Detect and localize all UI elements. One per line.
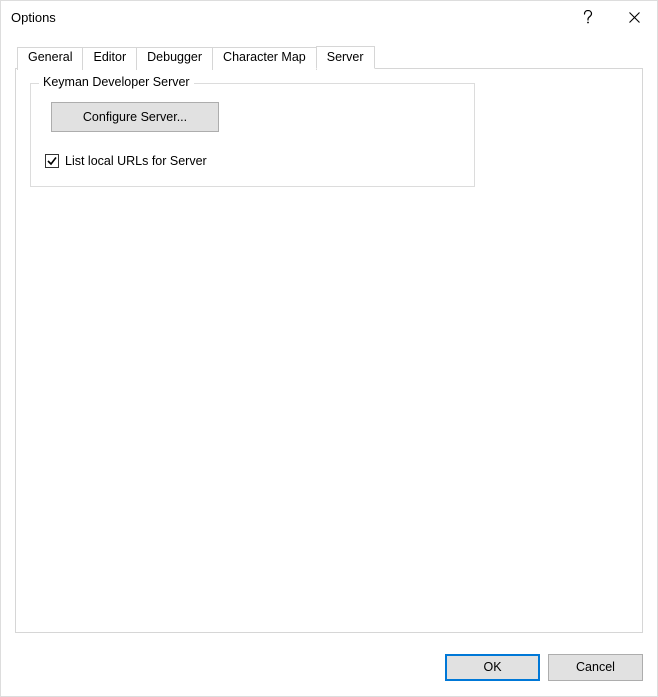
dialog-footer: OK Cancel	[1, 648, 657, 696]
tab-editor[interactable]: Editor	[82, 47, 137, 70]
ok-button[interactable]: OK	[445, 654, 540, 681]
help-button[interactable]	[565, 1, 611, 33]
close-button[interactable]	[611, 1, 657, 33]
titlebar: Options	[1, 1, 657, 33]
cancel-button[interactable]: Cancel	[548, 654, 643, 681]
tab-panel-server: Keyman Developer Server Configure Server…	[15, 68, 643, 633]
tabstrip: General Editor Debugger Character Map Se…	[17, 45, 643, 68]
configure-server-button[interactable]: Configure Server...	[51, 102, 219, 132]
tab-character-map[interactable]: Character Map	[212, 47, 317, 70]
tab-debugger[interactable]: Debugger	[136, 47, 213, 70]
tabs: General Editor Debugger Character Map Se…	[15, 45, 643, 633]
tab-general[interactable]: General	[17, 47, 83, 70]
checkbox-label: List local URLs for Server	[65, 154, 207, 168]
tab-server[interactable]: Server	[316, 46, 375, 69]
options-dialog: Options General Editor Debugger Characte…	[0, 0, 658, 697]
checkbox-list-local-urls[interactable]: List local URLs for Server	[45, 154, 460, 168]
checkbox-input[interactable]	[45, 154, 59, 168]
group-keyman-developer-server: Keyman Developer Server Configure Server…	[30, 83, 475, 187]
window-title: Options	[11, 10, 56, 25]
group-title: Keyman Developer Server	[39, 75, 194, 89]
dialog-content: General Editor Debugger Character Map Se…	[1, 33, 657, 648]
